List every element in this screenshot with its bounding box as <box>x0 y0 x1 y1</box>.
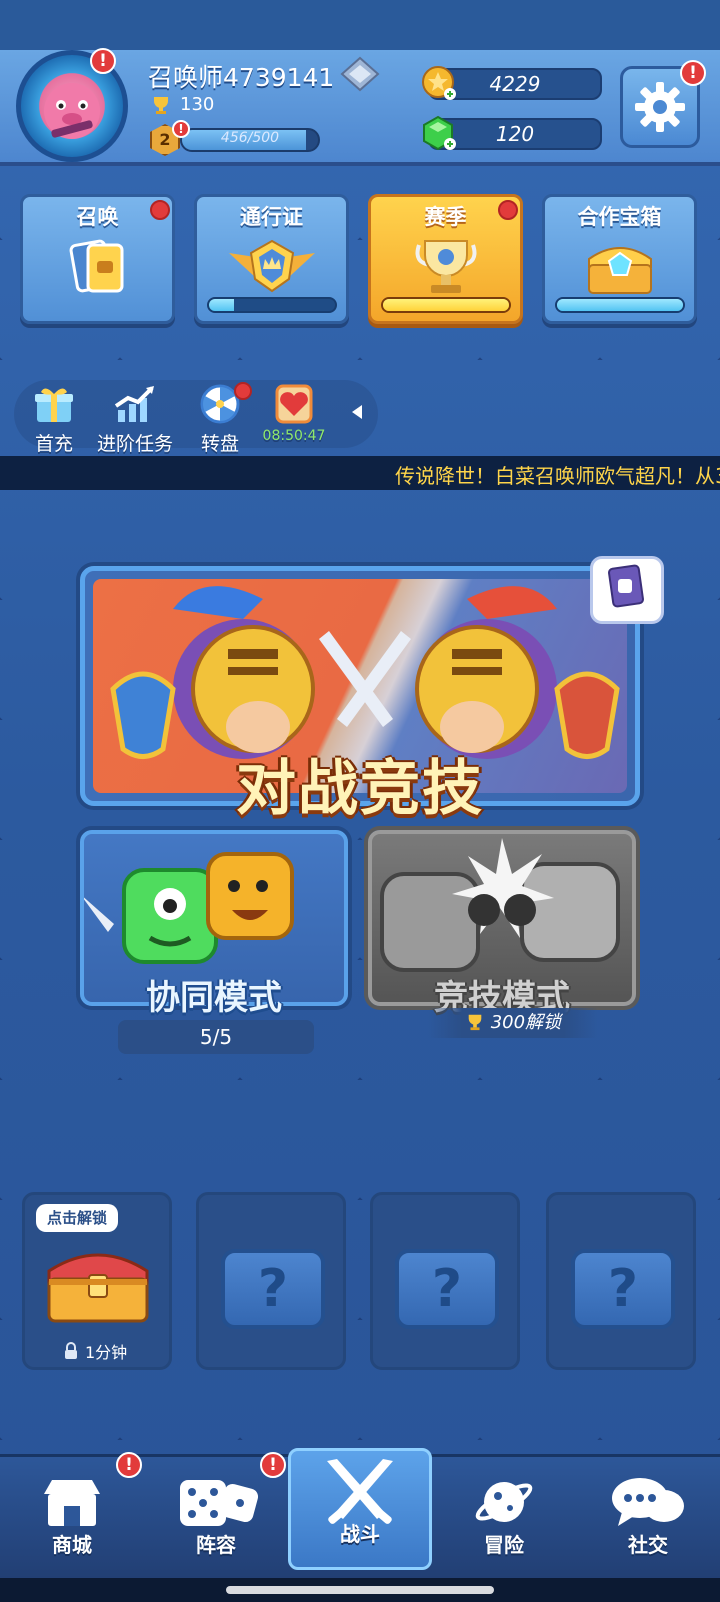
chest-icon <box>587 247 652 294</box>
crown-shield-icon <box>228 239 315 293</box>
trophy-value: 130 <box>180 94 215 115</box>
empty-slot-icon: ? <box>221 1249 325 1329</box>
pass-card-label: 通行证 <box>240 205 303 229</box>
announcement-text: 传说降世！白菜召唤师欧气超凡！从3 <box>395 464 720 488</box>
player-name: 召唤师4739141 <box>148 63 335 92</box>
coop-chest-progress-bar <box>555 297 685 313</box>
first-recharge-button[interactable]: 首充 <box>24 384 84 456</box>
season-progress-bar <box>381 297 511 313</box>
xp-text: 456/500 <box>220 130 280 146</box>
nav-social[interactable]: 社交 <box>576 1454 720 1578</box>
dice-card-icon <box>608 564 644 608</box>
coop-mode-count: 5/5 <box>118 1020 314 1054</box>
battle-arena-title: 对战竞技 <box>236 754 484 824</box>
level-alert-badge: ! <box>172 120 190 138</box>
season-progress-fill <box>383 299 509 311</box>
rank-diamond-icon <box>340 56 380 92</box>
chest-timer: 1分钟 <box>63 1339 127 1363</box>
chest-slot-4[interactable]: ? <box>546 1192 696 1370</box>
advanced-tasks-label: 进阶任务 <box>96 433 173 455</box>
heart-gift-icon <box>275 384 313 424</box>
gem-add-icon[interactable] <box>420 114 458 152</box>
planet-icon <box>475 1482 533 1522</box>
season-new-dot <box>498 200 518 220</box>
coop-mode-title: 协同模式 <box>146 978 282 1018</box>
dice-icon <box>180 1480 258 1526</box>
competitive-unlock-tag: 300解锁 <box>428 1008 598 1038</box>
nav-lineup-label: 阵容 <box>196 1533 236 1557</box>
trophy-count: 130 <box>150 94 214 115</box>
home-indicator[interactable] <box>226 1586 494 1594</box>
avatar-alert-badge: ! <box>90 48 116 74</box>
settings-alert-badge: ! <box>680 60 706 86</box>
growth-chart-icon <box>114 386 154 422</box>
coop-chest-progress-fill <box>557 299 683 311</box>
pass-progress-fill <box>209 299 235 311</box>
lineup-alert-badge: ! <box>260 1452 286 1478</box>
trophy-icon <box>468 1014 482 1031</box>
card-deck-bubble[interactable] <box>590 556 664 624</box>
trophy-icon <box>154 96 168 114</box>
pass-progress-bar <box>207 297 337 313</box>
nav-battle-label: 战斗 <box>340 1522 380 1546</box>
treasure-chest-icon <box>47 1253 149 1323</box>
shop-icon <box>44 1480 100 1526</box>
timed-offer-countdown: 08:50:47 <box>262 428 326 444</box>
nav-adventure-label: 冒险 <box>484 1533 524 1557</box>
wheel-label: 转盘 <box>200 433 239 455</box>
shop-alert-badge: ! <box>116 1452 142 1478</box>
coop-chest-card-label: 合作宝箱 <box>577 205 662 229</box>
lock-icon <box>65 1342 77 1359</box>
coin-add-icon[interactable] <box>420 64 458 102</box>
coop-chest-card[interactable]: 合作宝箱 <box>542 194 697 324</box>
pass-card[interactable]: 通行证 <box>194 194 349 324</box>
gear-icon <box>635 82 685 132</box>
chest-unlock-bubble[interactable]: 点击解锁 <box>36 1204 118 1232</box>
nav-battle[interactable]: 战斗 <box>288 1448 432 1570</box>
wheel-new-dot <box>234 382 252 400</box>
first-recharge-label: 首充 <box>34 433 73 455</box>
cards-icon <box>69 239 123 293</box>
nav-adventure[interactable]: 冒险 <box>432 1454 576 1578</box>
empty-slot-icon: ? <box>395 1249 499 1329</box>
nav-social-label: 社交 <box>628 1533 668 1557</box>
summon-new-dot <box>150 200 170 220</box>
announcement-ticker: 传说降世！白菜召唤师欧气超凡！从3 <box>0 456 720 490</box>
competitive-unlock-text: 300解锁 <box>490 1012 562 1033</box>
advanced-tasks-button[interactable]: 进阶任务 <box>92 384 178 456</box>
chest-slot-2[interactable]: ? <box>196 1192 346 1370</box>
chest-slot-3[interactable]: ? <box>370 1192 520 1370</box>
nav-shop-label: 商城 <box>52 1533 92 1557</box>
timed-offer-button[interactable]: 08:50:47 <box>256 384 332 444</box>
status-bar <box>0 0 720 50</box>
chat-icon <box>612 1478 684 1526</box>
collapse-arrow-icon[interactable] <box>350 404 364 420</box>
season-trophy-icon <box>415 240 476 293</box>
gift-icon <box>35 388 73 422</box>
empty-slot-icon: ? <box>571 1249 675 1329</box>
chest-timer-text: 1分钟 <box>85 1343 128 1362</box>
